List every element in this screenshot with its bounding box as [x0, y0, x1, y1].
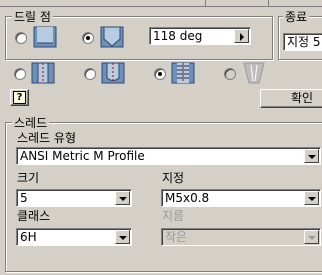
flat-drill-point-icon[interactable]	[33, 26, 57, 48]
diameter-value: 작은	[165, 230, 188, 244]
tapped-hole-icon[interactable]	[31, 62, 55, 84]
termination-title: 종료	[283, 10, 310, 24]
threaded-hole-icon[interactable]	[171, 62, 195, 84]
designation-dropdown-button[interactable]	[304, 191, 319, 205]
drill-angle-radio[interactable]	[82, 32, 94, 44]
ok-button-label: 확인	[291, 91, 314, 105]
diameter-dropdown-button	[304, 230, 319, 244]
drill-angle-field[interactable]: 118 deg	[149, 27, 251, 45]
size-dropdown-button[interactable]	[115, 191, 130, 205]
class-dropdown-button[interactable]	[115, 230, 130, 244]
drill-point-title: 드릴 점	[12, 10, 53, 24]
top-divider-v2	[268, 0, 269, 6]
hole-taper-radio[interactable]	[224, 68, 236, 80]
designation-value: M5x0.8	[165, 191, 210, 205]
size-value: 5	[20, 191, 28, 205]
class-value: 6H	[20, 230, 37, 244]
designation-label: 지정	[162, 171, 185, 185]
diameter-select: 작은	[161, 228, 321, 246]
top-divider-v1	[205, 0, 206, 6]
drill-angle-value: 118 deg	[153, 29, 203, 43]
thread-type-value: ANSI Metric M Profile	[20, 149, 145, 163]
size-select[interactable]: 5	[16, 189, 132, 207]
help-icon: ?	[13, 91, 26, 104]
class-select[interactable]: 6H	[16, 228, 132, 246]
thread-type-dropdown-button[interactable]	[304, 149, 319, 163]
help-button[interactable]: ?	[10, 89, 29, 106]
thread-type-select[interactable]: ANSI Metric M Profile	[16, 147, 321, 165]
angled-drill-point-icon[interactable]	[100, 26, 124, 48]
ok-button[interactable]: 확인	[260, 89, 322, 108]
clearance-hole-icon[interactable]	[101, 62, 125, 84]
hole-tapped-radio[interactable]	[14, 68, 26, 80]
thread-type-label: 스레드 유형	[17, 131, 77, 145]
termination-value: 지정 5	[287, 35, 321, 49]
top-divider	[0, 0, 322, 7]
designation-select[interactable]: M5x0.8	[161, 189, 321, 207]
size-label: 크기	[17, 171, 40, 185]
hole-thread-radio[interactable]	[154, 68, 166, 80]
drill-flat-radio[interactable]	[15, 32, 27, 44]
thread-title: 스레드	[12, 116, 50, 130]
diameter-label: 지름	[162, 209, 185, 223]
drill-angle-arrow-button[interactable]	[234, 29, 249, 43]
class-label: 클래스	[17, 209, 51, 223]
hole-clearance-radio[interactable]	[84, 68, 96, 80]
termination-field[interactable]: 지정 5	[283, 33, 322, 51]
taper-tapped-hole-icon[interactable]	[242, 62, 266, 84]
